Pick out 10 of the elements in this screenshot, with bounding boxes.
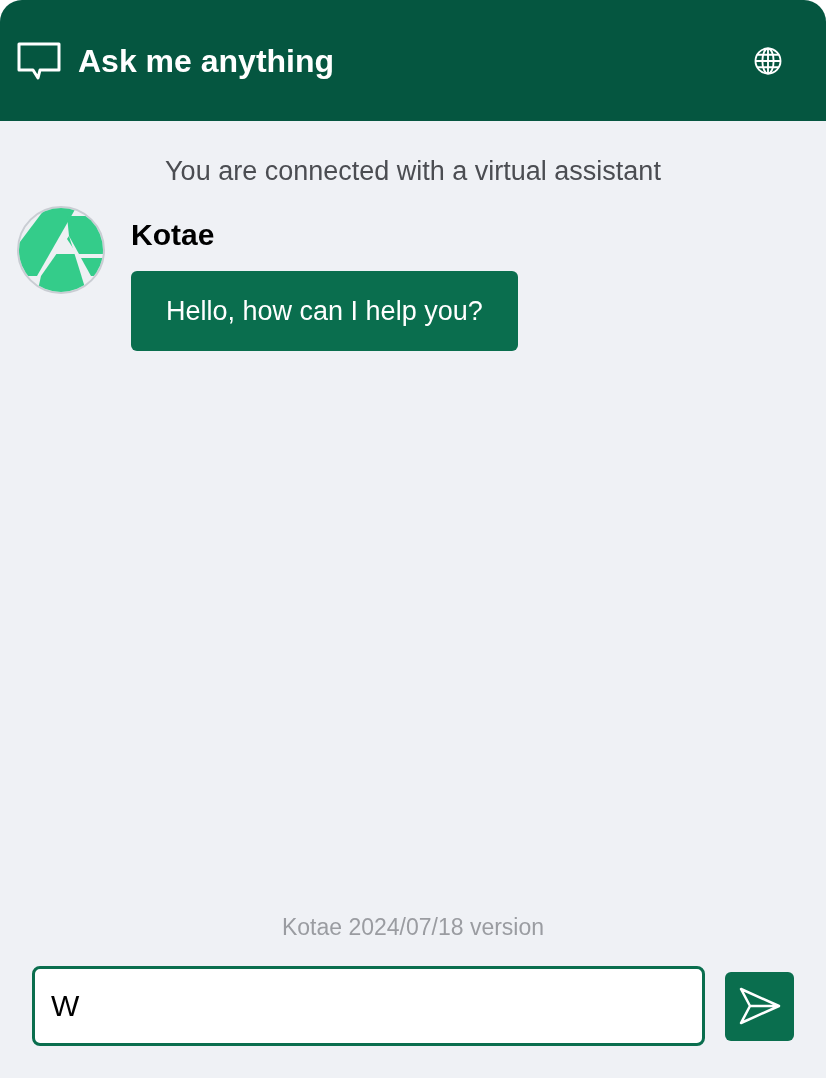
- send-icon: [737, 986, 782, 1026]
- version-note: Kotae 2024/07/18 version: [281, 912, 545, 942]
- send-button[interactable]: [725, 971, 794, 1041]
- message-bubble: Hello, how can I help you?: [131, 270, 518, 351]
- chat-bubble-icon: [16, 40, 62, 81]
- connection-notice: You are connected with a virtual assistant: [165, 155, 661, 188]
- message-input-field[interactable]: W: [32, 966, 705, 1046]
- sender-name: Kotae: [131, 216, 215, 253]
- header-title: Ask me anything: [78, 41, 335, 81]
- avatar-logo-icon: [17, 205, 105, 294]
